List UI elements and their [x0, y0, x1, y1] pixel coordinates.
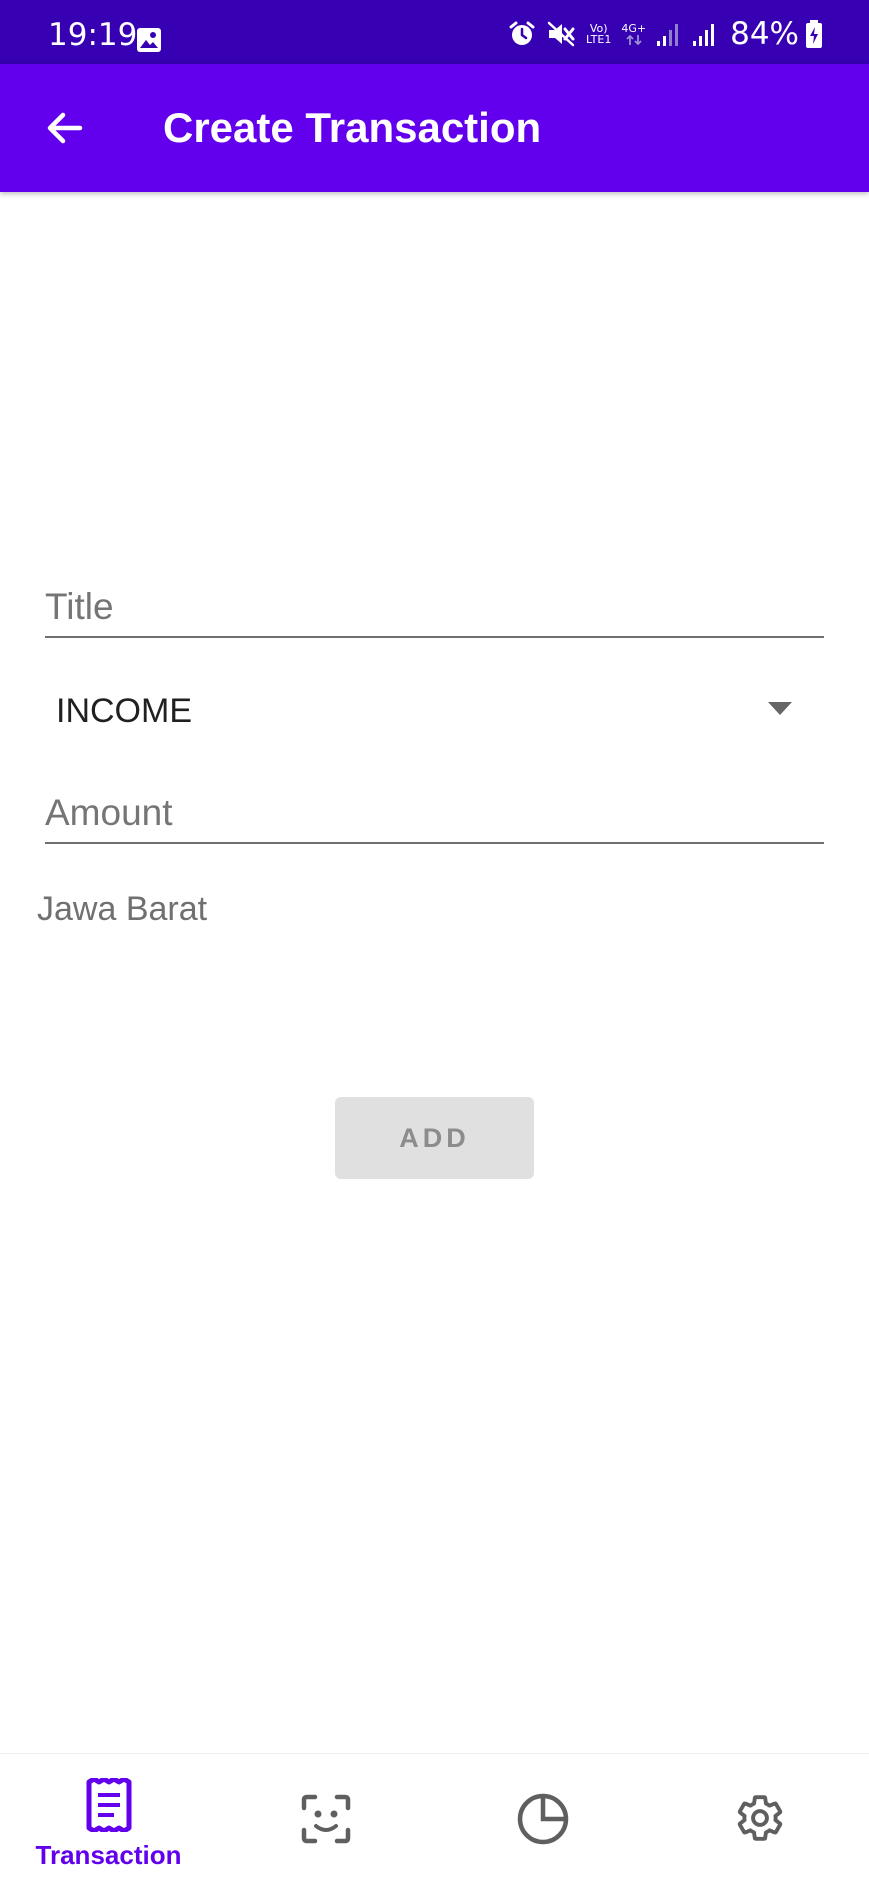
volte-indicator: Vo) LTE1	[586, 23, 611, 45]
face-scan-icon	[301, 1794, 351, 1849]
alarm-icon	[508, 20, 536, 48]
settings-icon	[734, 1792, 786, 1849]
signal-icon-2	[692, 21, 718, 47]
mute-icon	[546, 20, 576, 48]
gallery-notification-icon	[136, 27, 162, 58]
status-icons: Vo) LTE1 4G+ 84%	[498, 18, 823, 50]
page-title: Create Transaction	[163, 104, 542, 151]
status-bar: 19:19 Vo) LTE1 4G+ 84%	[0, 0, 869, 64]
battery-charging-icon	[805, 19, 823, 49]
nav-label-transaction: Transaction	[35, 1840, 182, 1870]
nav-item-transaction[interactable]: Transaction	[0, 1754, 217, 1884]
dropdown-arrow-icon	[768, 702, 792, 721]
add-button[interactable]: ADD	[335, 1097, 534, 1179]
title-field[interactable]	[45, 580, 824, 638]
signal-icon-1	[656, 21, 682, 47]
lte-label: LTE1	[586, 33, 612, 46]
receipt-icon	[85, 1776, 133, 1837]
amount-input[interactable]	[45, 792, 824, 834]
location-label: Jawa Barat	[37, 890, 208, 928]
battery-percent: 84%	[730, 15, 799, 52]
pie-chart-icon	[516, 1792, 570, 1851]
app-bar: Create Transaction	[0, 64, 869, 192]
status-time: 19:19	[48, 17, 138, 53]
nav-item-statistics[interactable]	[434, 1754, 651, 1884]
data-type-label: 4G+	[621, 21, 647, 35]
nav-item-settings[interactable]	[651, 1754, 868, 1884]
bottom-navigation: Transaction	[0, 1753, 869, 1884]
transaction-type-value: INCOME	[56, 692, 192, 730]
data-indicator: 4G+	[621, 23, 646, 46]
data-arrows-icon	[626, 34, 642, 45]
transaction-type-dropdown[interactable]: INCOME	[45, 680, 824, 744]
nav-item-face-scan[interactable]	[217, 1754, 434, 1884]
title-input[interactable]	[45, 586, 824, 628]
arrow-back-icon	[47, 112, 83, 144]
amount-field[interactable]	[45, 786, 824, 844]
back-button[interactable]	[26, 90, 102, 166]
